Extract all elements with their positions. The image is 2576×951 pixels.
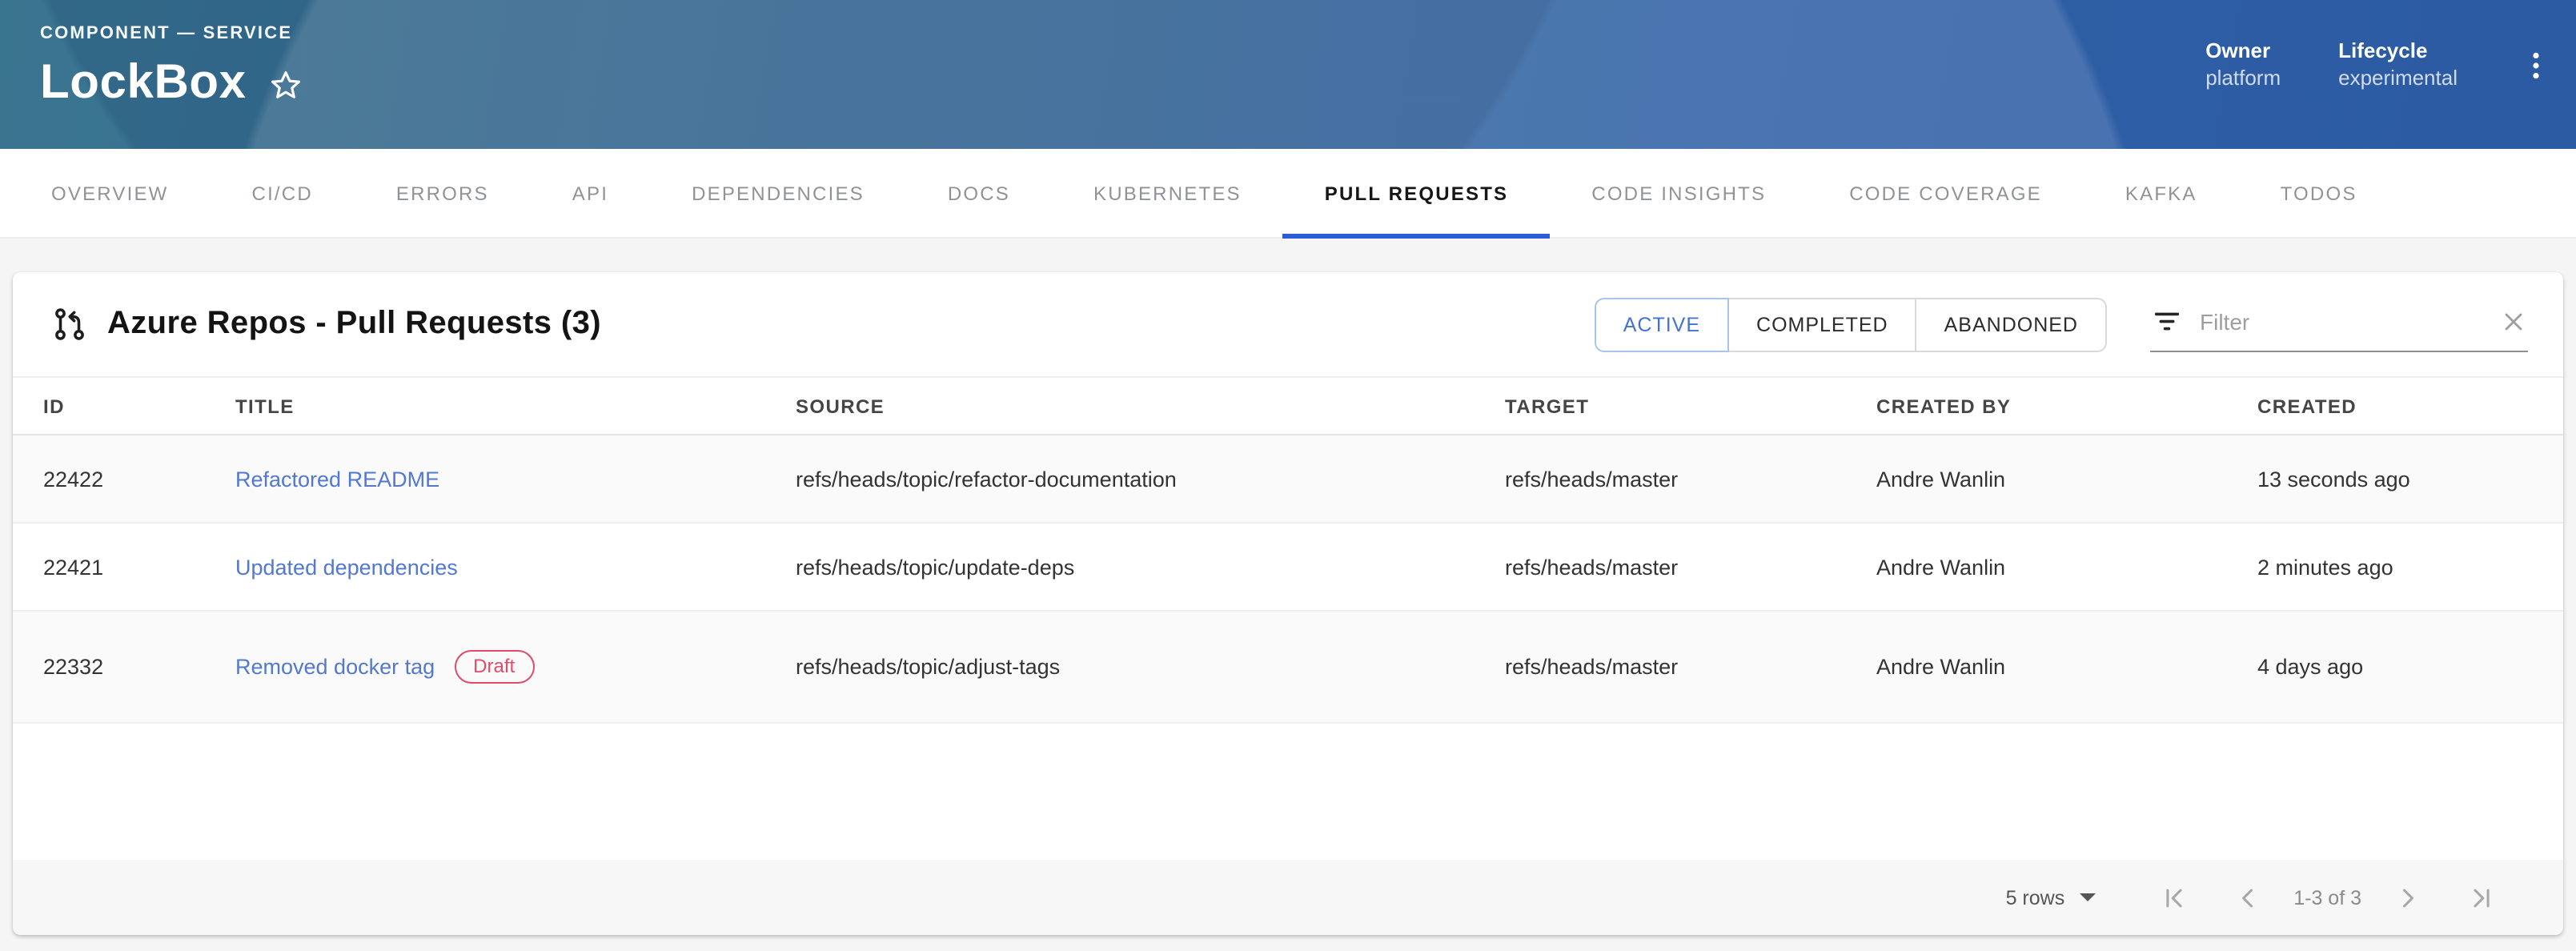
favorite-button[interactable]	[269, 69, 303, 102]
cell-target: refs/heads/master	[1505, 655, 1876, 679]
first-page-icon	[2159, 883, 2188, 912]
next-page-button[interactable]	[2390, 880, 2426, 915]
tab-dependencies[interactable]: DEPENDENCIES	[650, 149, 906, 237]
cell-target: refs/heads/master	[1505, 467, 1876, 491]
tab-errors[interactable]: ERRORS	[355, 149, 531, 237]
card-title: Azure Repos - Pull Requests (3)	[107, 306, 601, 343]
table-empty-space	[13, 724, 2563, 860]
cell-created: 4 days ago	[2257, 655, 2563, 679]
tab-code-coverage[interactable]: CODE COVERAGE	[1808, 149, 2084, 237]
filter-active-button[interactable]: ACTIVE	[1595, 297, 1729, 351]
table-row: 22332Removed docker tag Draft refs/heads/t…	[13, 612, 2563, 724]
filter-abandoned-button[interactable]: ABANDONED	[1916, 297, 2107, 351]
pagination-range: 1-3 of 3	[2293, 886, 2361, 909]
chevron-left-icon	[2233, 883, 2261, 912]
chevron-right-icon	[2393, 883, 2422, 912]
pull-requests-card: Azure Repos - Pull Requests (3) ACTIVECO…	[13, 272, 2563, 935]
filter-completed-button[interactable]: COMPLETED	[1727, 297, 1917, 351]
tab-overview[interactable]: OVERVIEW	[10, 149, 211, 237]
page: COMPONENT — SERVICE LockBox Ownerplatfor…	[0, 0, 2576, 951]
rows-per-page-select[interactable]: 5 rows	[2006, 886, 2096, 909]
star-outline-icon	[269, 69, 303, 102]
last-page-icon	[2467, 883, 2496, 912]
entity-header: COMPONENT — SERVICE LockBox Ownerplatfor…	[0, 0, 2576, 149]
filter-field	[2150, 297, 2528, 351]
kebab-menu-icon	[2522, 48, 2550, 83]
rows-per-page-label: 5 rows	[2006, 886, 2065, 909]
column-header-source: SOURCE	[796, 395, 1505, 417]
cell-created-by: Andre Wanlin	[1876, 655, 2257, 679]
last-page-button[interactable]	[2464, 880, 2499, 915]
git-pull-request-icon	[51, 306, 88, 343]
tab-ci-cd[interactable]: CI/CD	[211, 149, 355, 237]
cell-created-by: Andre Wanlin	[1876, 555, 2257, 579]
cell-title: Updated dependencies	[235, 555, 796, 579]
pagination-bar: 5 rows	[13, 860, 2563, 935]
tab-kafka[interactable]: KAFKA	[2084, 149, 2239, 237]
tab-code-insights[interactable]: CODE INSIGHTS	[1550, 149, 1808, 237]
table-body: 22422Refactored README refs/heads/topic/r…	[13, 435, 2563, 724]
pull-request-link[interactable]: Removed docker tag	[235, 655, 435, 679]
cell-source: refs/heads/topic/adjust-tags	[796, 655, 1505, 679]
clear-filter-button[interactable]	[2502, 311, 2525, 333]
pull-request-link[interactable]: Refactored README	[235, 467, 439, 491]
cell-target: refs/heads/master	[1505, 555, 1876, 579]
column-header-title: TITLE	[235, 395, 796, 417]
meta-lifecycle: Lifecycleexperimental	[2338, 38, 2458, 93]
close-icon	[2502, 311, 2525, 333]
column-header-target: TARGET	[1505, 395, 1876, 417]
cell-id: 22332	[43, 655, 235, 679]
column-header-created-by: CREATED BY	[1876, 395, 2257, 417]
pull-request-link[interactable]: Updated dependencies	[235, 555, 458, 579]
filter-list-icon	[2153, 312, 2181, 331]
tab-todos[interactable]: TODOS	[2239, 149, 2399, 237]
page-title: LockBox	[40, 59, 247, 107]
column-header-created: CREATED	[2257, 395, 2563, 417]
cell-id: 22421	[43, 555, 235, 579]
previous-page-button[interactable]	[2229, 880, 2265, 915]
cell-title: Refactored README	[235, 467, 796, 491]
caret-down-icon	[2064, 893, 2095, 901]
header-menu-button[interactable]	[2515, 45, 2557, 86]
table-header: IDTITLESOURCETARGETCREATED BYCREATED	[13, 376, 2563, 435]
cell-source: refs/heads/topic/update-deps	[796, 555, 1505, 579]
cell-created: 13 seconds ago	[2257, 467, 2563, 491]
cell-created-by: Andre Wanlin	[1876, 467, 2257, 491]
cell-title: Removed docker tag Draft	[235, 650, 796, 684]
tab-kubernetes[interactable]: KUBERNETES	[1052, 149, 1283, 237]
content-area: Azure Repos - Pull Requests (3) ACTIVECO…	[0, 239, 2576, 951]
draft-badge: Draft	[454, 650, 534, 684]
tab-api[interactable]: API	[531, 149, 650, 237]
meta-owner: Ownerplatform	[2205, 38, 2281, 93]
filter-input[interactable]	[2197, 307, 2502, 336]
tab-pull-requests[interactable]: PULL REQUESTS	[1283, 149, 1551, 237]
status-filter-group: ACTIVECOMPLETEDABANDONED	[1595, 297, 2107, 351]
breadcrumb: COMPONENT — SERVICE	[40, 24, 2554, 43]
table-row: 22422Refactored README refs/heads/topic/r…	[13, 435, 2563, 524]
first-page-button[interactable]	[2156, 880, 2191, 915]
table-row: 22421Updated dependencies refs/heads/topi…	[13, 524, 2563, 612]
header-meta: Ownerplatform Lifecycleexperimental	[2205, 38, 2515, 93]
column-header-id: ID	[43, 395, 235, 417]
tab-bar: OVERVIEWCI/CDERRORSAPIDEPENDENCIESDOCSKU…	[0, 149, 2576, 239]
cell-source: refs/heads/topic/refactor-documentation	[796, 467, 1505, 491]
cell-created: 2 minutes ago	[2257, 555, 2563, 579]
cell-id: 22422	[43, 467, 235, 491]
tab-docs[interactable]: DOCS	[906, 149, 1052, 237]
